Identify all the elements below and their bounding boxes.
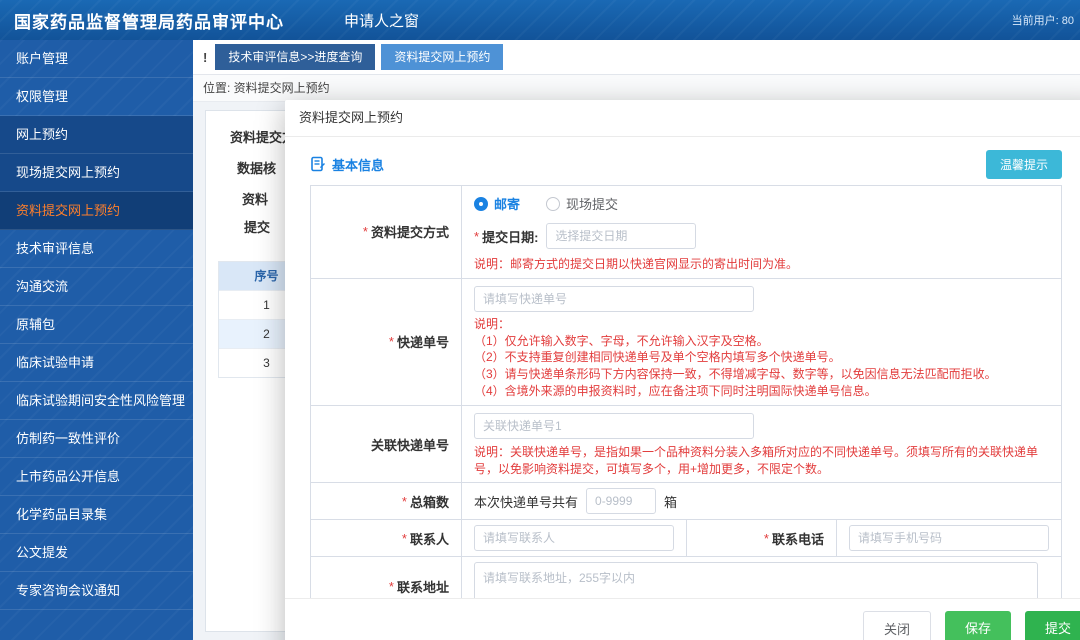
bg-form-label: 数据核 (237, 161, 277, 176)
section-title: 基本信息 (332, 157, 385, 173)
sidebar-item-official-docs[interactable]: 公文提发 (0, 534, 193, 572)
sidebar: 账户管理 权限管理 网上预约 现场提交网上预约 资料提交网上预约 技术审评信息 … (0, 40, 193, 640)
required-mark: * (388, 334, 394, 350)
submit-date-label: 提交日期: (482, 229, 539, 245)
dialog-title: 资料提交网上预约 (285, 100, 1080, 137)
tracking-note-title: 说明： (474, 316, 511, 331)
boxes-prefix: 本次快递单号共有 (474, 494, 579, 510)
sidebar-item-communication[interactable]: 沟通交流 (0, 268, 193, 306)
sidebar-item-online-booking[interactable]: 网上预约 (0, 116, 193, 154)
app-header: 国家药品监督管理局药品审评中心 申请人之窗 当前用户: 80 (0, 0, 1080, 40)
basic-info-section-header: 基本信息 温馨提示 (310, 149, 1062, 179)
warm-tip-button[interactable]: 温馨提示 (985, 149, 1062, 179)
related-note: 说明：关联快递单号，是指如果一个品种资料分装入多箱所对应的不同快递单号。须填写所… (474, 444, 1039, 476)
form-row-related: 关联快递单号 说明：关联快递单号，是指如果一个品种资料分装入多箱所对应的不同快递… (311, 405, 1061, 484)
sidebar-item-expert-meeting[interactable]: 专家咨询会议通知 (0, 572, 193, 610)
dialog-footer: 关闭 保存 提交 (285, 598, 1080, 640)
tab-bar: ! 技术审评信息>>进度查询 资料提交网上预约 (193, 40, 1080, 75)
sidebar-item-raw-materials[interactable]: 原辅包 (0, 306, 193, 344)
contact-phone-content (836, 520, 1061, 557)
boxes-label-text: 总箱数 (409, 494, 449, 510)
contact-phone-label-text: 联系电话 (771, 531, 824, 547)
boxes-label: * 总箱数 (311, 483, 461, 519)
sidebar-item-material-booking[interactable]: 资料提交网上预约 (0, 192, 193, 230)
tab-material-booking[interactable]: 资料提交网上预约 (381, 44, 504, 70)
method-content: 邮寄 现场提交 * 提交日期: 说明：邮寄方式的提交日期 (461, 186, 1061, 278)
sidebar-item-clinical-trial[interactable]: 临床试验申请 (0, 344, 193, 382)
material-booking-dialog: 资料提交网上预约 基本信息 温馨提示 * 资料提交方式 邮寄 现场提交 * 提交… (285, 100, 1080, 640)
sidebar-item-onsite-booking[interactable]: 现场提交网上预约 (0, 154, 193, 192)
required-mark: * (474, 228, 480, 244)
sidebar-item-tech-review[interactable]: 技术审评信息 (0, 230, 193, 268)
tracking-notes: 说明： （1）仅允许输入数字、字母，不允许输入汉字及空格。 （2）不支持重复创建… (474, 316, 1049, 400)
related-tracking-input[interactable] (474, 412, 754, 439)
tracking-note-item: （2）不支持重复创建相同快递单号及单个空格内填写多个快递单号。 (474, 350, 841, 365)
sidebar-item-account[interactable]: 账户管理 (0, 40, 193, 78)
booking-form: * 资料提交方式 邮寄 现场提交 * 提交日期: 选择提交日期 说明：邮寄方式的… (310, 185, 1062, 618)
method-label-text: 资料提交方式 (370, 225, 449, 241)
form-row-contact: * 联系人 * 联系电话 (311, 520, 1061, 558)
dialog-body: 基本信息 温馨提示 * 资料提交方式 邮寄 现场提交 * 提交日期: 选择提交日… (285, 137, 1080, 618)
submit-date-input[interactable] (546, 223, 697, 249)
screen: 国家药品监督管理局药品审评中心 申请人之窗 当前用户: 80 账户管理 权限管理… (0, 0, 1080, 640)
contact-person-input[interactable] (474, 525, 674, 552)
required-mark: * (401, 530, 407, 546)
radio-unselected-icon (546, 196, 561, 211)
app-title: 国家药品监督管理局药品审评中心 (14, 12, 284, 32)
related-label: 关联快递单号 (311, 406, 461, 483)
submit-button[interactable]: 提交 (1024, 611, 1080, 640)
required-mark: * (401, 493, 407, 509)
method-label: * 资料提交方式 (311, 186, 461, 278)
sidebar-item-clinical-safety[interactable]: 临床试验期间安全性风险管理 (0, 382, 193, 420)
save-button[interactable]: 保存 (944, 611, 1011, 640)
contact-person-label: * 联系人 (311, 520, 461, 556)
method-note: 说明：邮寄方式的提交日期以快递官网显示的寄出时间为准。 (474, 257, 799, 271)
tracking-note-item: （4）含境外来源的申报资料时，应在备注项下同时注明国际快递单号信息。 (474, 383, 877, 398)
tracking-note-item: （3）请与快递单条形码下方内容保持一致，不得增减字母、数字等，以免因信息无法匹配… (474, 367, 997, 382)
boxes-count-input[interactable] (586, 488, 657, 515)
submit-date-line: * 提交日期: (474, 223, 1049, 249)
bg-form-label: 提交 (244, 220, 271, 235)
tracking-label-text: 快递单号 (396, 335, 449, 351)
related-content: 说明：关联快递单号，是指如果一个品种资料分装入多箱所对应的不同快递单号。须填写所… (461, 405, 1061, 483)
required-mark: * (763, 530, 769, 546)
required-mark: * (388, 579, 394, 595)
tracking-number-input[interactable] (474, 285, 754, 312)
sidebar-item-marketed-drug-info[interactable]: 上市药品公开信息 (0, 458, 193, 496)
form-row-method: * 资料提交方式 邮寄 现场提交 * 提交日期: 选择提交日期 说明：邮寄方式的… (311, 186, 1061, 279)
contact-phone-label: * 联系电话 (686, 520, 836, 557)
radio-mail[interactable]: 邮寄 (474, 194, 520, 213)
contact-address-label-text: 联系地址 (396, 580, 449, 596)
breadcrumb: 位置: 资料提交网上预约 (193, 75, 1080, 102)
contact-person-content (461, 520, 686, 557)
radio-onsite-label: 现场提交 (566, 197, 619, 212)
boxes-content: 本次快递单号共有 箱 (461, 483, 1061, 520)
form-row-tracking: * 快递单号 说明： （1）仅允许输入数字、字母，不允许输入汉字及空格。 （2）… (311, 278, 1061, 406)
close-button[interactable]: 关闭 (862, 611, 931, 640)
tracking-label: * 快递单号 (311, 279, 461, 405)
boxes-inline: 本次快递单号共有 箱 (474, 488, 1049, 515)
sidebar-item-permission[interactable]: 权限管理 (0, 78, 193, 116)
portal-title: 申请人之窗 (344, 12, 420, 30)
tab-tech-review-progress[interactable]: 技术审评信息>>进度查询 (215, 44, 376, 70)
form-row-boxes: * 总箱数 本次快递单号共有 箱 (311, 483, 1061, 521)
contact-phone-input[interactable] (849, 525, 1049, 552)
sidebar-item-generic-consistency[interactable]: 仿制药一致性评价 (0, 420, 193, 458)
tracking-content: 说明： （1）仅允许输入数字、字母，不允许输入汉字及空格。 （2）不支持重复创建… (461, 278, 1061, 405)
radio-onsite[interactable]: 现场提交 (546, 194, 618, 213)
tracking-note-item: （1）仅允许输入数字、字母，不允许输入汉字及空格。 (474, 333, 769, 348)
radio-selected-icon (474, 196, 488, 211)
alert-icon: ! (203, 49, 208, 65)
basic-info-icon (310, 156, 326, 172)
sidebar-item-chemical-catalog[interactable]: 化学药品目录集 (0, 496, 193, 534)
contact-person-label-text: 联系人 (409, 531, 449, 547)
required-mark: * (362, 224, 368, 240)
current-user: 当前用户: 80 (1011, 15, 1074, 27)
bg-form-label: 资料 (242, 192, 269, 207)
method-radio-group: 邮寄 现场提交 (474, 191, 1049, 216)
related-label-text: 关联快递单号 (370, 437, 449, 453)
radio-mail-label: 邮寄 (494, 197, 521, 212)
boxes-suffix: 箱 (664, 494, 678, 510)
